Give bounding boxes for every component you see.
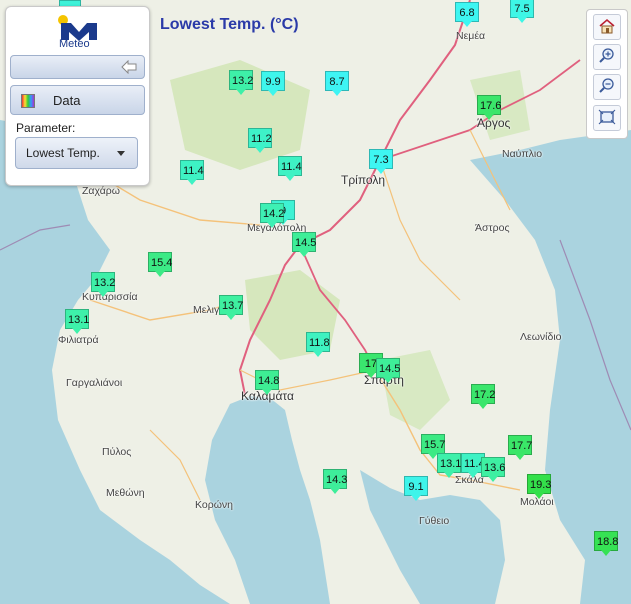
station-marker[interactable]: 6.8 <box>455 2 479 27</box>
station-marker[interactable]: 7.5 <box>510 0 534 23</box>
place-label: Φιλιατρά <box>58 334 99 346</box>
station-marker[interactable]: 13.7 <box>219 295 243 320</box>
station-marker[interactable]: 17.7 <box>508 435 532 460</box>
station-marker[interactable]: 11.8 <box>306 332 330 357</box>
logo-text: Meteo <box>59 38 90 50</box>
station-marker[interactable]: 14.5 <box>376 358 400 383</box>
station-marker[interactable]: 13.2 <box>229 70 253 95</box>
control-panel: Meteo Data Parameter: Lowest Temp. <box>5 6 150 186</box>
station-marker[interactable]: 17.6 <box>477 95 501 120</box>
station-marker[interactable]: 11.4 <box>180 160 204 185</box>
zoom-out-button[interactable] <box>593 74 621 100</box>
full-extent-button[interactable] <box>593 105 621 131</box>
station-marker[interactable]: 14.8 <box>255 370 279 395</box>
station-marker[interactable]: 15.4 <box>148 252 172 277</box>
place-label: Νεμέα <box>456 30 486 42</box>
full-extent-icon <box>598 109 616 125</box>
parameter-select[interactable]: Lowest Temp. <box>15 137 138 169</box>
station-marker[interactable]: 13.2 <box>91 272 115 297</box>
place-label: Άστρος <box>475 222 510 234</box>
station-marker[interactable]: 19.3 <box>527 474 551 499</box>
zoom-out-icon <box>599 78 614 93</box>
station-marker[interactable]: 15.7 <box>421 434 445 459</box>
rainbow-icon <box>21 94 35 108</box>
station-marker[interactable]: 14.3 <box>323 469 347 494</box>
station-marker[interactable]: 11.2 <box>248 128 272 153</box>
place-label: Ναύπλιο <box>502 148 543 160</box>
station-marker[interactable]: 13.1 <box>65 309 89 334</box>
station-marker[interactable]: 7.3 <box>369 149 393 174</box>
place-label: Τρίπολη <box>341 173 386 187</box>
parameter-label: Parameter: <box>16 121 76 135</box>
station-marker[interactable]: 18.8 <box>594 531 618 556</box>
chevron-down-icon <box>117 151 125 156</box>
station-marker[interactable]: 9.9 <box>261 71 285 96</box>
place-label: Γύθειο <box>419 515 450 527</box>
map-toolbar <box>586 9 628 139</box>
station-marker[interactable]: 13.1 <box>437 453 461 478</box>
place-label: Μεθώνη <box>106 487 145 499</box>
station-marker[interactable]: 9.1 <box>404 476 428 501</box>
station-marker[interactable]: 14.5 <box>292 232 316 257</box>
place-label: Ζαχάρω <box>82 185 120 197</box>
home-button[interactable] <box>593 14 621 40</box>
station-marker[interactable]: 17.2 <box>471 384 495 409</box>
place-label: Λεωνίδιο <box>520 331 562 343</box>
place-label: Πύλος <box>102 446 132 458</box>
station-marker[interactable]: 14.2 <box>260 203 284 228</box>
place-label: Γαργαλιάνοι <box>66 377 123 389</box>
station-marker[interactable]: 8.7 <box>325 71 349 96</box>
data-button-label: Data <box>53 93 81 108</box>
home-icon <box>599 18 615 34</box>
place-label: Κορώνη <box>195 499 233 511</box>
parameter-select-value: Lowest Temp. <box>26 146 100 160</box>
zoom-in-icon <box>599 48 614 63</box>
station-marker[interactable]: 13.6 <box>481 457 505 482</box>
zoom-in-button[interactable] <box>593 44 621 70</box>
collapse-panel-button[interactable] <box>10 55 145 79</box>
map-title: Lowest Temp. (°C) <box>160 16 299 33</box>
station-marker[interactable]: 11.4 <box>278 156 302 181</box>
data-button[interactable]: Data <box>10 85 145 115</box>
arrow-left-icon <box>121 60 137 74</box>
